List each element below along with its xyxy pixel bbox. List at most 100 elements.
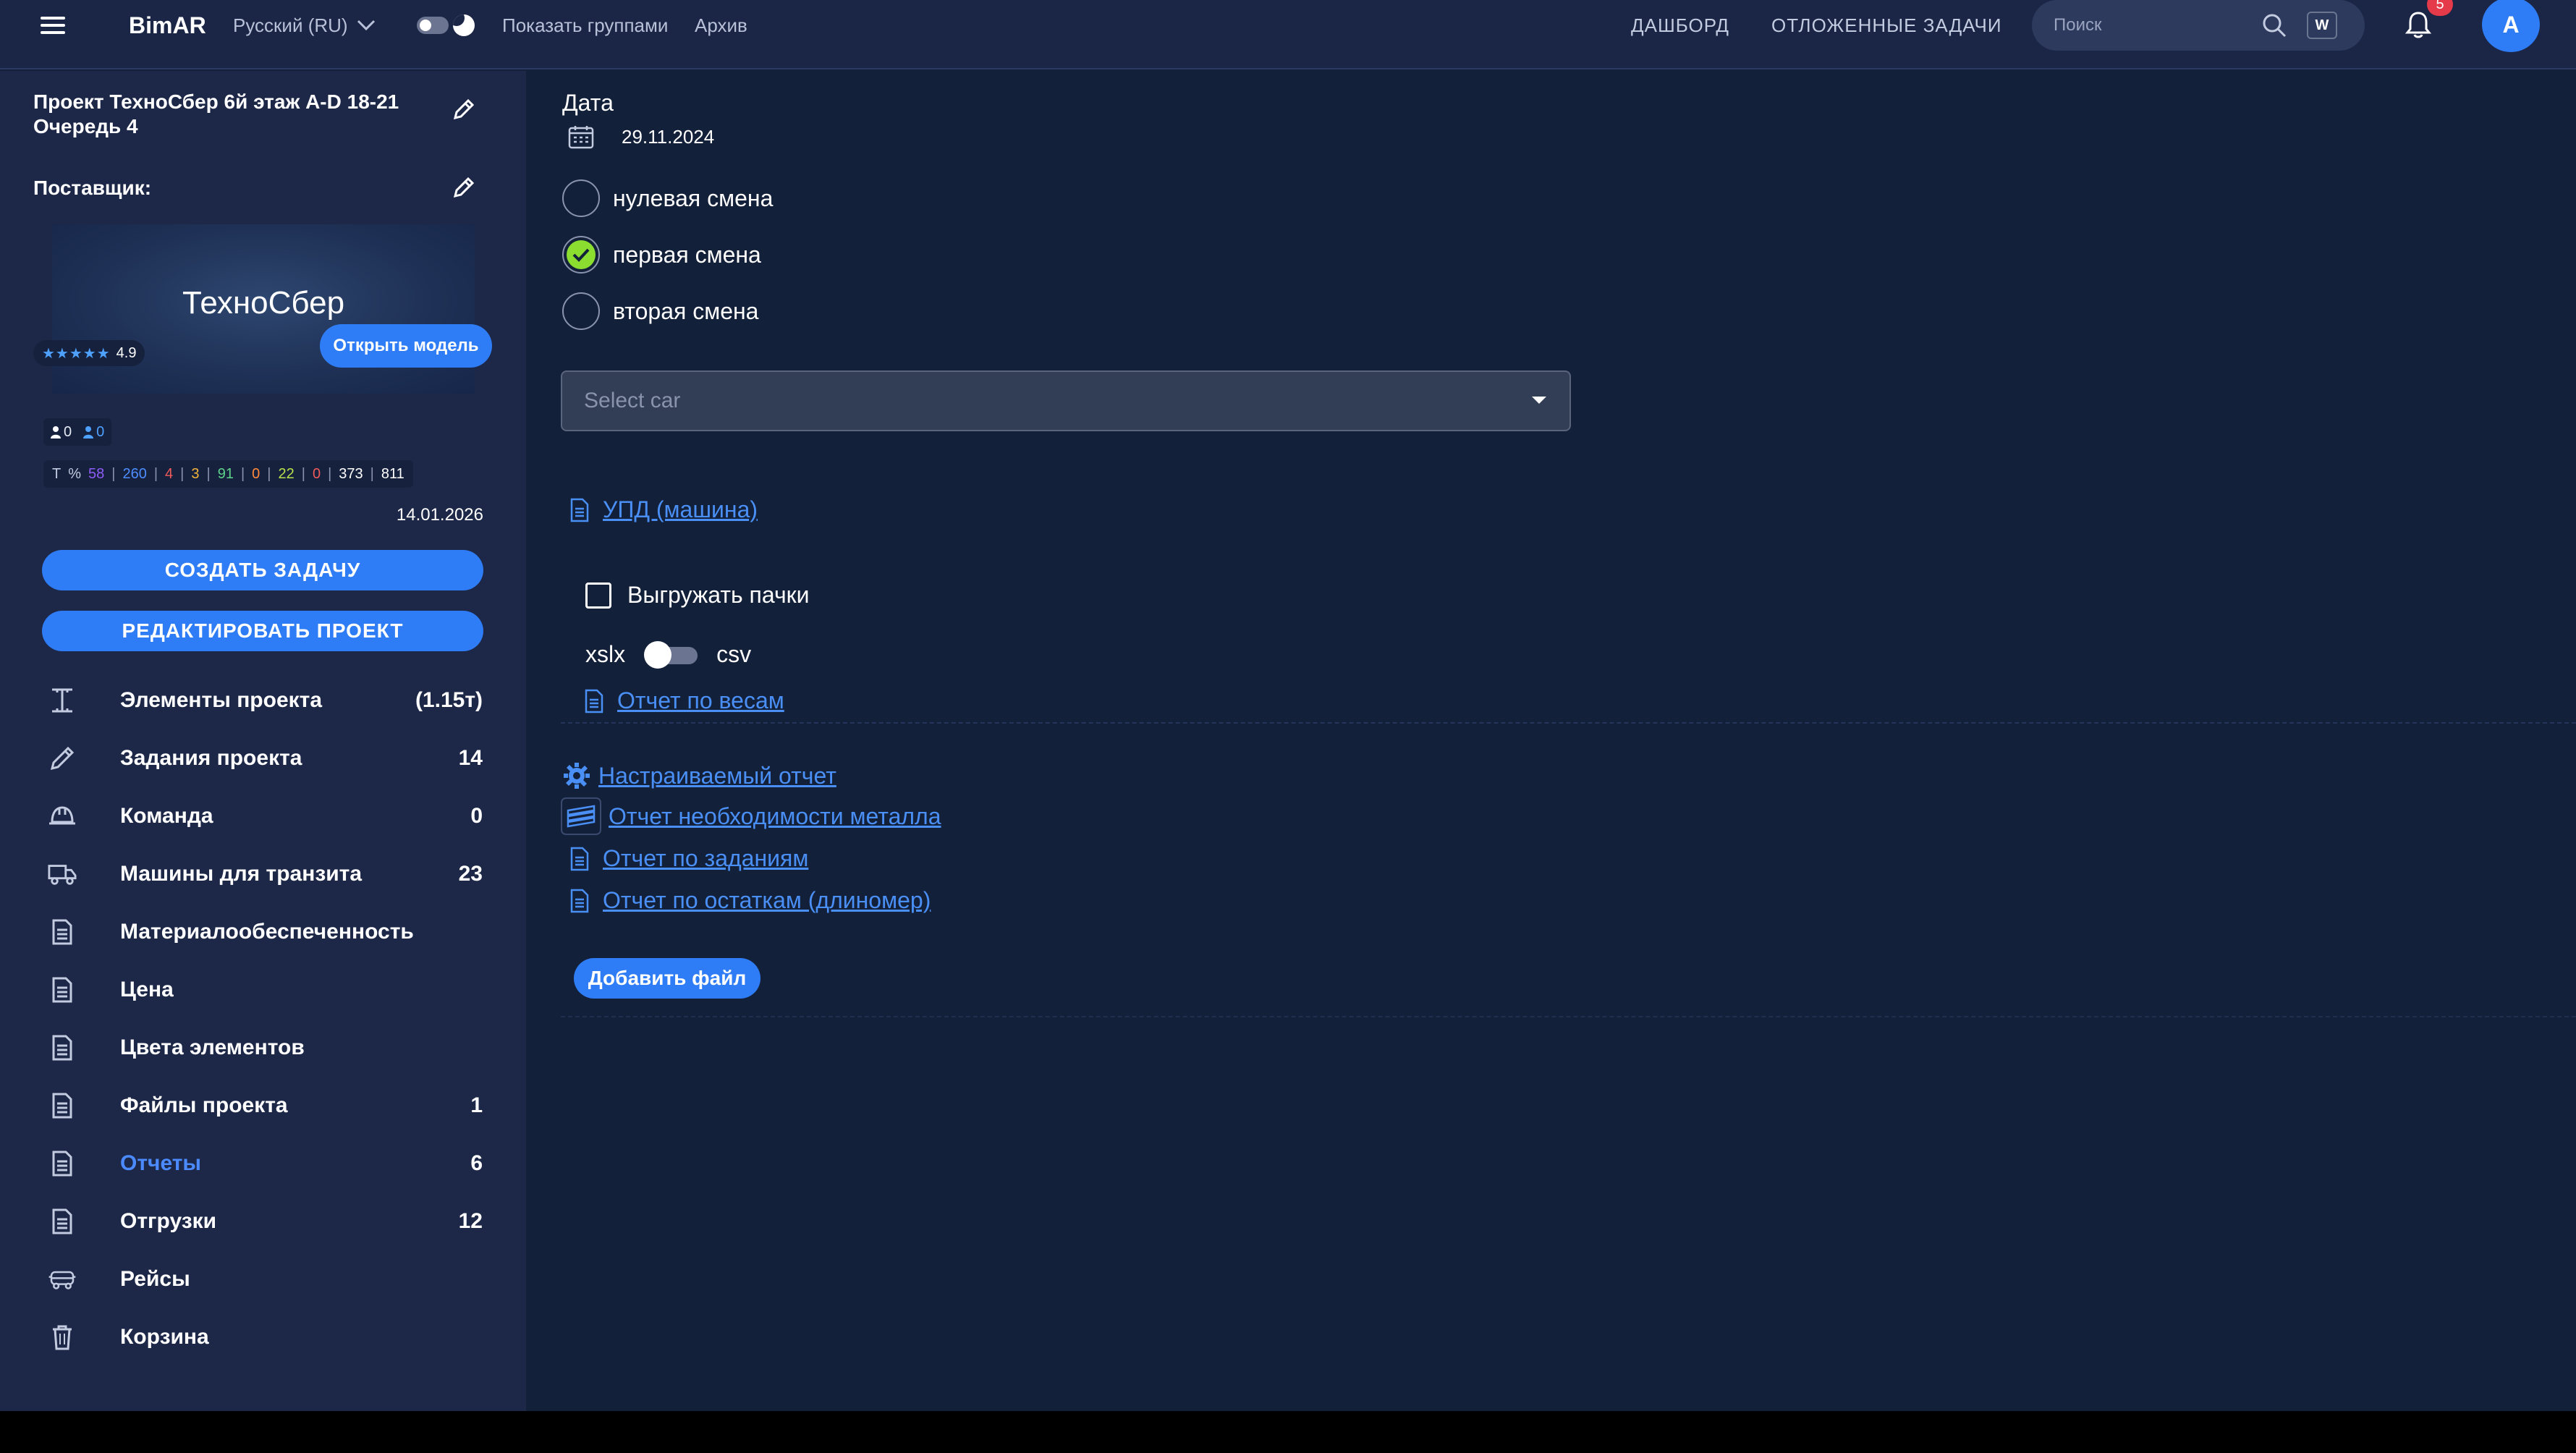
metal-report-link[interactable]: Отчет необходимости металла	[561, 797, 941, 835]
sidebar-item-label: Цвета элементов	[120, 1035, 305, 1059]
format-left-label: xslx	[585, 640, 626, 667]
archive-link[interactable]: Архив	[695, 0, 747, 51]
search-box: W	[2032, 0, 2365, 51]
export-bundles-option[interactable]: Выгружать пачки	[585, 582, 810, 609]
brand-logo[interactable]: BimAR	[129, 0, 206, 51]
truck-icon	[48, 860, 77, 889]
sidebar-item-label: Команда	[120, 804, 213, 828]
shift-first-option[interactable]: первая смена	[562, 234, 761, 275]
bus-icon	[48, 1265, 77, 1294]
sidebar-item-material-supply[interactable]: Материалообеспеченность	[0, 903, 526, 961]
theme-toggle[interactable]	[417, 0, 475, 51]
edit-supplier-button[interactable]	[449, 174, 478, 203]
stat-v1: 58	[88, 465, 105, 482]
pencil-icon	[453, 98, 475, 120]
person-icon	[83, 426, 94, 439]
search-input[interactable]	[2054, 15, 2271, 35]
sidebar-item-elements[interactable]: Элементы проекта (1.15т)	[0, 672, 526, 729]
pencil-icon	[453, 177, 475, 198]
weights-report-link[interactable]: Отчет по весам	[584, 687, 784, 714]
sidebar-item-count: 6	[470, 1151, 483, 1175]
document-icon	[48, 975, 77, 1004]
stat-v6: 0	[252, 465, 260, 482]
sidebar-item-project-files[interactable]: Файлы проекта 1	[0, 1077, 526, 1135]
stat-v10: 811	[381, 465, 404, 482]
sidebar-item-label: Материалообеспеченность	[120, 920, 414, 944]
sidebar-item-transit-cars[interactable]: Машины для транзита 23	[0, 845, 526, 903]
theme-toggle-track	[417, 17, 449, 34]
users-count-a: 0	[64, 423, 72, 440]
sidebar-item-trips[interactable]: Рейсы	[0, 1250, 526, 1308]
edit-project-button[interactable]: РЕДАКТИРОВАТЬ ПРОЕКТ	[42, 611, 483, 651]
i-beam-icon	[48, 686, 77, 715]
date-picker[interactable]: 29.11.2024	[568, 124, 714, 149]
metal-sheets-icon	[561, 797, 601, 835]
supplier-name: ТехноСбер	[182, 285, 345, 321]
bell-icon[interactable]	[2404, 10, 2433, 39]
sidebar-item-team[interactable]: Команда 0	[0, 787, 526, 845]
sidebar-item-label: Файлы проекта	[120, 1093, 288, 1117]
top-bar: BimAR Русский (RU) Показать группами Арх…	[0, 0, 2576, 69]
document-icon	[570, 847, 589, 870]
weights-export-panel	[561, 557, 2576, 724]
remains-report-label: Отчет по остаткам (длиномер)	[603, 887, 931, 913]
sidebar-item-price[interactable]: Цена	[0, 961, 526, 1019]
upd-link-label: УПД (машина)	[603, 496, 758, 522]
upd-link[interactable]: УПД (машина)	[569, 496, 758, 523]
nav-deferred-tasks[interactable]: ОТЛОЖЕННЫЕ ЗАДАЧИ	[1771, 0, 2002, 51]
sidebar-item-label: Цена	[120, 978, 174, 1001]
stat-v9: 373	[339, 465, 363, 482]
remains-report-link[interactable]: Отчет по остаткам (длиномер)	[569, 887, 931, 914]
open-model-button[interactable]: Открыть модель	[320, 324, 492, 368]
sidebar-item-count: 23	[458, 862, 483, 886]
checkbox[interactable]	[585, 582, 611, 609]
custom-report-label: Настраиваемый отчет	[598, 762, 836, 789]
shift-zero-option[interactable]: нулевая смена	[562, 178, 773, 219]
tasks-report-link[interactable]: Отчет по заданиям	[569, 845, 808, 872]
radio-button[interactable]	[562, 292, 600, 330]
sidebar-nav: Элементы проекта (1.15т) Задания проекта…	[0, 672, 526, 1366]
divider	[561, 1016, 2576, 1017]
radio-button-checked[interactable]	[562, 236, 600, 274]
search-icon[interactable]	[2262, 13, 2287, 38]
language-select[interactable]: Русский (RU)	[233, 0, 376, 51]
toggle-knob	[644, 641, 672, 669]
custom-report-link[interactable]: Настраиваемый отчет	[562, 761, 836, 790]
notifications-badge: 5	[2427, 0, 2453, 16]
sidebar-item-reports[interactable]: Отчеты 6	[0, 1135, 526, 1193]
sidebar-item-tasks[interactable]: Задания проекта 14	[0, 729, 526, 787]
calendar-icon[interactable]	[568, 124, 594, 149]
document-icon	[48, 918, 77, 946]
helmet-icon	[48, 802, 77, 831]
document-icon	[570, 498, 589, 522]
shift-label: нулевая смена	[613, 185, 774, 211]
main-content: Дата 29.11.2024 нулевая смена первая сме…	[526, 71, 2576, 1411]
document-icon	[48, 1207, 77, 1236]
avatar[interactable]: A	[2482, 0, 2540, 52]
format-toggle[interactable]	[644, 640, 698, 669]
sidebar-item-label: Корзина	[120, 1325, 209, 1349]
select-car-dropdown[interactable]: Select car	[561, 370, 1571, 431]
sidebar-item-shipments[interactable]: Отгрузки 12	[0, 1193, 526, 1250]
create-task-button[interactable]: СОЗДАТЬ ЗАДАЧУ	[42, 550, 483, 590]
nav-dashboard[interactable]: ДАШБОРД	[1631, 0, 1729, 51]
sidebar-item-label: Отчеты	[120, 1151, 202, 1175]
format-switch-row: xslx csv	[585, 640, 751, 669]
shift-second-option[interactable]: вторая смена	[562, 291, 758, 331]
stat-v2: 260	[122, 465, 147, 482]
edit-project-title-button[interactable]	[449, 96, 478, 124]
add-file-button[interactable]: Добавить файл	[574, 958, 760, 999]
document-icon	[48, 1149, 77, 1178]
sidebar-item-trash[interactable]: Корзина	[0, 1308, 526, 1366]
stat-t: T	[52, 465, 62, 482]
sidebar-item-element-colors[interactable]: Цвета элементов	[0, 1019, 526, 1077]
sidebar-item-count: 0	[470, 804, 483, 828]
trash-icon	[48, 1323, 77, 1352]
radio-button[interactable]	[562, 179, 600, 217]
menu-icon[interactable]	[41, 0, 78, 51]
document-icon	[585, 689, 603, 713]
show-groups-link[interactable]: Показать группами	[502, 0, 668, 51]
check-icon	[567, 240, 596, 269]
stat-v8: 0	[312, 465, 321, 482]
person-icon	[51, 426, 61, 439]
